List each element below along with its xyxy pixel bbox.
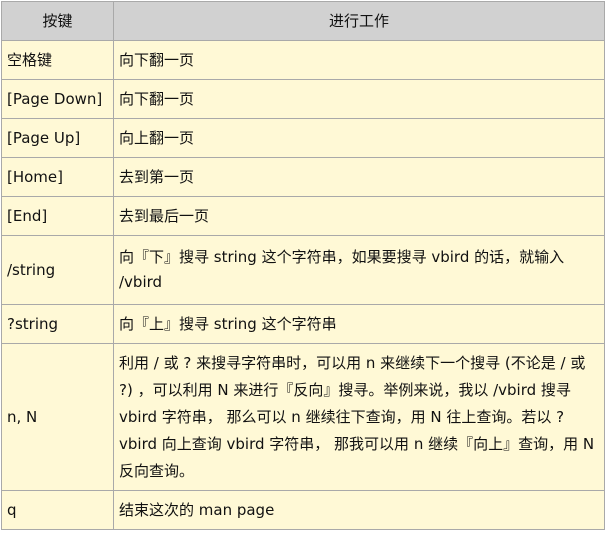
table-row: q 结束这次的 man page bbox=[1, 490, 605, 530]
key-cell: 空格键 bbox=[1, 40, 114, 80]
action-cell: 去到第一页 bbox=[113, 157, 605, 197]
action-cell: 向『下』搜寻 string 这个字符串，如果要搜寻 vbird 的话，就输入 /… bbox=[113, 235, 605, 305]
table-row: n, N 利用 / 或 ? 来搜寻字符串时，可以用 n 来继续下一个搜寻 (不论… bbox=[1, 343, 605, 491]
action-cell: 向上翻一页 bbox=[113, 118, 605, 158]
key-cell: /string bbox=[1, 235, 114, 305]
action-cell: 向下翻一页 bbox=[113, 79, 605, 119]
key-cell: n, N bbox=[1, 343, 114, 491]
table-row: 空格键 向下翻一页 bbox=[1, 40, 605, 80]
header-action: 进行工作 bbox=[113, 1, 605, 41]
table-row: [Home] 去到第一页 bbox=[1, 157, 605, 197]
key-cell: [Page Down] bbox=[1, 79, 114, 119]
action-cell: 利用 / 或 ? 来搜寻字符串时，可以用 n 来继续下一个搜寻 (不论是 / 或… bbox=[113, 343, 605, 491]
action-cell: 向『上』搜寻 string 这个字符串 bbox=[113, 304, 605, 344]
key-cell: [Home] bbox=[1, 157, 114, 197]
table-header-row: 按键 进行工作 bbox=[1, 1, 605, 41]
key-cell: [End] bbox=[1, 196, 114, 236]
key-cell: q bbox=[1, 490, 114, 530]
table-row: ?string 向『上』搜寻 string 这个字符串 bbox=[1, 304, 605, 344]
table-row: [End] 去到最后一页 bbox=[1, 196, 605, 236]
action-cell: 向下翻一页 bbox=[113, 40, 605, 80]
key-cell: [Page Up] bbox=[1, 118, 114, 158]
table-row: [Page Up] 向上翻一页 bbox=[1, 118, 605, 158]
table-row: [Page Down] 向下翻一页 bbox=[1, 79, 605, 119]
key-cell: ?string bbox=[1, 304, 114, 344]
action-cell: 去到最后一页 bbox=[113, 196, 605, 236]
table-row: /string 向『下』搜寻 string 这个字符串，如果要搜寻 vbird … bbox=[1, 235, 605, 305]
man-keys-table: 按键 进行工作 空格键 向下翻一页 [Page Down] 向下翻一页 [Pag… bbox=[1, 1, 605, 530]
action-cell: 结束这次的 man page bbox=[113, 490, 605, 530]
header-key: 按键 bbox=[1, 1, 114, 41]
